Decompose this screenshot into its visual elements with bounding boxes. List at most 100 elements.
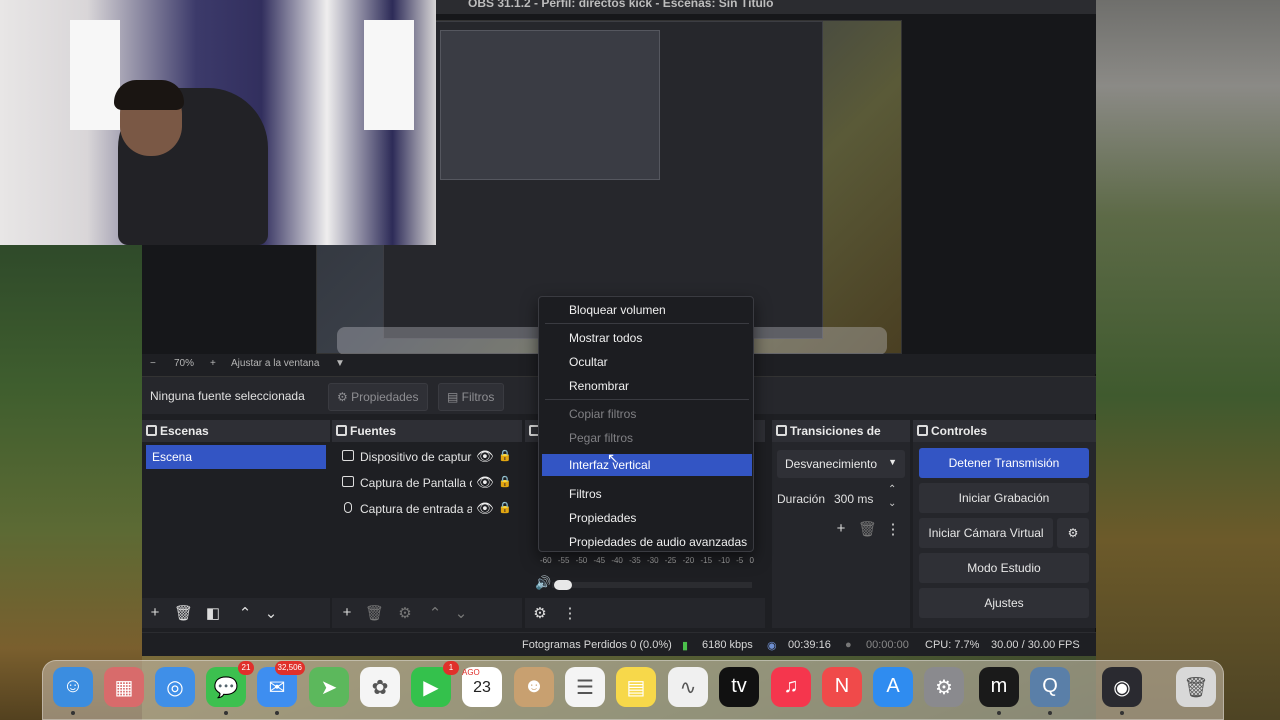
mixer-menu-icon[interactable]: ⋮ (561, 604, 579, 622)
menu-item-hide[interactable]: Ocultar (539, 351, 753, 373)
music-icon[interactable]: ♫ (771, 667, 811, 707)
lock-icon[interactable]: 🔒 (498, 501, 512, 514)
settings-button[interactable]: Ajustes (919, 588, 1089, 618)
record-time: 00:00:00 (866, 639, 909, 651)
source-row[interactable]: Captura de Pantalla de 👁 🔒 (336, 472, 518, 494)
source-row[interactable]: Captura de entrada au 👁 🔒 (336, 498, 518, 520)
audio-mixer-toolbar: ⚙ ⋮ (525, 598, 765, 628)
fit-to-window-label[interactable]: Ajustar a la ventana (231, 358, 319, 369)
menu-item-vertical-layout[interactable]: Interfaz vertical (542, 454, 752, 476)
add-source-icon[interactable]: + (338, 604, 356, 621)
remove-transition-icon[interactable]: 🗑 (858, 520, 877, 538)
calendar-icon[interactable]: AGO 23 (462, 667, 502, 707)
meter-tick: -30 (646, 556, 659, 565)
safari-icon[interactable]: ◎ (155, 667, 195, 707)
controls-body: Detener Transmisión Iniciar Grabación In… (913, 442, 1096, 628)
quicktime-icon[interactable]: Q (1030, 667, 1070, 707)
menu-item-filters[interactable]: Filtros (539, 483, 753, 505)
meter-tick: -15 (700, 556, 713, 565)
move-up-icon[interactable]: ⌃ (426, 604, 444, 622)
settings-icon[interactable]: ⚙ (924, 667, 964, 707)
source-settings-icon[interactable]: ⚙ (396, 604, 414, 622)
launchpad-icon[interactable]: ▦ (104, 667, 144, 707)
transition-menu-icon[interactable]: ⋮ (884, 520, 902, 538)
add-scene-icon[interactable]: + (146, 604, 164, 621)
status-bar: Fotogramas Perdidos 0 (0.0%) ▮ 6180 kbps… (142, 632, 1096, 656)
nested-preview-window (383, 21, 823, 339)
transitions-dock-title[interactable]: Transiciones de esc... (772, 420, 910, 452)
obs-icon[interactable]: ◉ (1102, 667, 1142, 707)
eye-icon[interactable]: 👁 (476, 474, 494, 491)
trash-glyph: 🗑 (1183, 677, 1209, 699)
fit-dropdown-icon[interactable]: ▼ (335, 358, 345, 369)
move-down-icon[interactable]: ⌄ (262, 604, 280, 622)
stop-streaming-button[interactable]: Detener Transmisión (919, 448, 1089, 478)
contacts-icon[interactable]: ☻ (514, 667, 554, 707)
lock-icon[interactable]: 🔒 (498, 475, 512, 488)
reminders-icon[interactable]: ☰ (565, 667, 605, 707)
webcam-window-right (364, 20, 414, 130)
news-icon[interactable]: N (822, 667, 862, 707)
start-recording-button[interactable]: Iniciar Grabación (919, 483, 1089, 513)
advanced-audio-icon[interactable]: ⚙ (531, 604, 549, 622)
finder-icon[interactable]: ☺ (53, 667, 93, 707)
streaming-app-icon[interactable]: m (979, 667, 1019, 707)
camera-icon (342, 450, 354, 461)
freeform-icon[interactable]: ∿ (668, 667, 708, 707)
zoom-in-button[interactable]: + (210, 358, 216, 369)
appstore-glyph: A (886, 675, 900, 697)
stream-time: 00:39:16 (788, 639, 831, 651)
zoom-out-button[interactable]: − (150, 358, 156, 369)
studio-mode-button[interactable]: Modo Estudio (919, 553, 1089, 583)
volume-slider-track[interactable] (552, 582, 752, 588)
lock-icon[interactable]: 🔒 (498, 449, 512, 462)
reminders-glyph: ☰ (576, 677, 594, 699)
source-row[interactable]: Dispositivo de captura 👁 🔒 (336, 446, 518, 468)
zoom-value: 70% (174, 358, 195, 369)
transitions-body: Desvanecimiento ▼ Duración 300 ms ⌃ ⌄ + … (772, 442, 910, 628)
start-virtual-camera-button[interactable]: Iniciar Cámara Virtual (919, 518, 1053, 548)
virtual-camera-settings-button[interactable]: ⚙ (1057, 518, 1089, 548)
menu-item-advanced-audio[interactable]: Propiedades de audio avanzadas (539, 531, 753, 553)
menu-item-lock-volume[interactable]: Bloquear volumen (539, 299, 753, 321)
trash-icon[interactable]: 🗑 (1176, 667, 1216, 707)
settings-glyph: ⚙ (935, 677, 953, 699)
appletv-icon[interactable]: tv (719, 667, 759, 707)
meter-tick: -40 (611, 556, 623, 565)
scenes-dock-title[interactable]: Escenas (142, 420, 330, 442)
scene-filters-icon[interactable]: ◧ (204, 604, 222, 622)
filters-icon: ▤ (447, 390, 462, 404)
facetime-icon[interactable]: ▶ 1 (411, 661, 459, 707)
volume-slider-handle[interactable] (554, 580, 572, 590)
duration-input[interactable]: 300 ms (834, 492, 873, 506)
eye-icon[interactable]: 👁 (476, 500, 494, 517)
move-up-icon[interactable]: ⌃ (236, 604, 254, 622)
properties-button[interactable]: ⚙ Propiedades (328, 383, 428, 411)
scene-item[interactable]: Escena (146, 445, 326, 469)
transition-select[interactable]: Desvanecimiento ▼ (777, 450, 905, 478)
appstore-icon[interactable]: A (873, 667, 913, 707)
add-transition-icon[interactable]: + (832, 520, 850, 537)
eye-icon[interactable]: 👁 (476, 448, 494, 465)
menu-item-rename[interactable]: Renombrar (539, 375, 753, 397)
move-down-icon[interactable]: ⌄ (452, 604, 470, 622)
photos-icon[interactable]: ✿ (360, 667, 400, 707)
running-indicator (997, 711, 1001, 715)
notes-icon[interactable]: ▤ (616, 667, 656, 707)
filters-button[interactable]: ▤ Filtros (438, 383, 504, 411)
duration-up-icon[interactable]: ⌃ (888, 484, 896, 495)
maps-icon[interactable]: ➤ (309, 667, 349, 707)
remove-scene-icon[interactable]: 🗑 (174, 604, 193, 622)
messages-icon[interactable]: 💬 21 (206, 661, 254, 707)
speaker-icon[interactable]: 🔊 (535, 575, 551, 591)
bitrate-icon: ▮ (682, 640, 689, 652)
duration-down-icon[interactable]: ⌄ (888, 498, 896, 509)
controls-dock-title[interactable]: Controles (913, 420, 1096, 442)
menu-item-properties[interactable]: Propiedades (539, 507, 753, 529)
sources-dock-title[interactable]: Fuentes (332, 420, 522, 442)
mail-icon[interactable]: ✉ 32,506 (257, 661, 305, 707)
menu-item-show-all[interactable]: Mostrar todos (539, 327, 753, 349)
remove-source-icon[interactable]: 🗑 (365, 604, 384, 622)
notes-glyph: ▤ (626, 677, 646, 699)
menu-separator (545, 399, 749, 400)
